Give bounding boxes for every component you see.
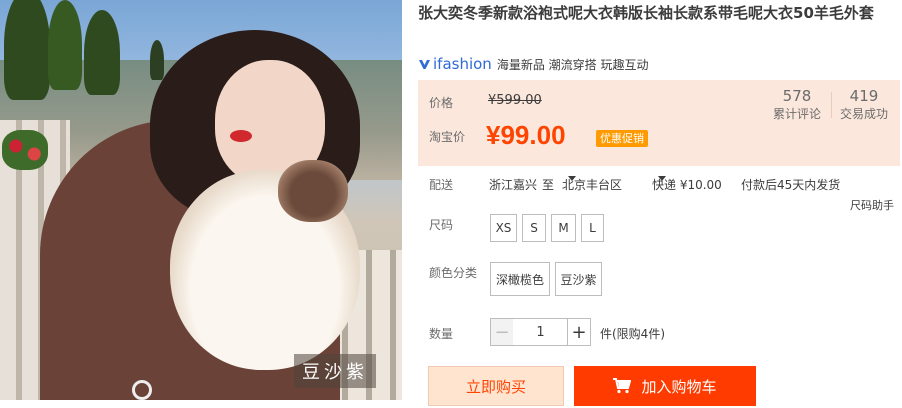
size-option-l[interactable]: L <box>581 214 604 242</box>
photo-cypress-tree <box>150 40 164 80</box>
reviews-stat[interactable]: 578 累计评论 <box>763 86 831 122</box>
shipping-label: 配送 <box>429 178 454 192</box>
photo-cypress-tree <box>4 0 50 100</box>
size-label: 尺码 <box>429 218 454 232</box>
photo-coat-ring <box>132 380 152 400</box>
chevron-down-icon <box>568 176 576 181</box>
color-option-olive[interactable]: 深橄榄色 <box>490 262 550 296</box>
buy-now-button[interactable]: 立即购买 <box>428 366 564 406</box>
quantity-increase-button[interactable]: + <box>567 318 591 346</box>
original-price: ¥599.00 <box>488 93 542 108</box>
photo-cypress-tree <box>84 10 120 95</box>
brand-tagline: 海量新品 潮流穿搭 玩趣互动 <box>496 57 649 72</box>
reviews-label: 累计评论 <box>772 107 821 121</box>
shipping-origin: 浙江嘉兴 <box>489 178 538 192</box>
add-to-cart-button[interactable]: 加入购物车 <box>574 366 756 406</box>
sales-label: 交易成功 <box>839 107 888 121</box>
quantity-decrease-button[interactable]: − <box>490 318 514 346</box>
quantity-input[interactable] <box>513 318 568 346</box>
quantity-label: 数量 <box>429 327 454 341</box>
sale-price-label: 淘宝价 <box>429 130 466 144</box>
original-price-label: 价格 <box>429 96 454 110</box>
shipping-dispatch: 付款后45天内发货 <box>741 178 841 192</box>
sales-count: 419 <box>849 87 879 105</box>
quantity-limit-text: 件(限购4件) <box>600 327 665 341</box>
brand-row: ifashion 海量新品 潮流穿搭 玩趣互动 <box>418 54 648 74</box>
add-to-cart-label: 加入购物车 <box>641 377 717 396</box>
chevron-down-icon <box>658 176 666 181</box>
shipping-row: 配送 浙江嘉兴 至 北京丰台区 快递 ¥10.00 付款后45天内发货 <box>418 176 902 196</box>
shopping-cart-icon <box>613 378 632 394</box>
size-option-m[interactable]: M <box>551 214 576 242</box>
image-color-watermark: 豆沙紫 <box>294 354 376 388</box>
price-box: 价格 ¥599.00 淘宝价 ¥99.00 优惠促销 578 累计评论 419 … <box>418 80 900 166</box>
sales-stat: 419 交易成功 <box>832 86 896 122</box>
reviews-count: 578 <box>782 87 812 105</box>
ifashion-logo[interactable]: ifashion <box>418 55 492 73</box>
color-option-bean-purple[interactable]: 豆沙紫 <box>555 262 602 296</box>
size-helper-link[interactable]: 尺码助手 <box>850 197 894 213</box>
promo-badge[interactable]: 优惠促销 <box>596 130 648 147</box>
size-option-s[interactable]: S <box>522 214 546 242</box>
photo-cat-face <box>278 160 348 222</box>
ifashion-logo-icon <box>419 60 430 69</box>
color-label: 颜色分类 <box>429 266 478 280</box>
product-title: 张大奕冬季新款浴袍式呢大衣韩版长袖长款系带毛呢大衣50羊毛外套 <box>418 4 874 22</box>
buy-now-label: 立即购买 <box>465 377 526 396</box>
product-info-panel: 张大奕冬季新款浴袍式呢大衣韩版长袖长款系带毛呢大衣50羊毛外套 ifashion… <box>418 0 902 408</box>
size-option-xs[interactable]: XS <box>490 214 517 242</box>
product-main-image[interactable]: 豆沙紫 <box>0 0 402 400</box>
photo-cypress-tree <box>48 0 82 90</box>
brand-logo-text: ifashion <box>433 55 492 73</box>
shipping-to-word: 至 <box>542 178 555 192</box>
sale-price: ¥99.00 <box>486 120 566 150</box>
photo-lips <box>230 130 252 142</box>
photo-flowers <box>2 130 48 170</box>
